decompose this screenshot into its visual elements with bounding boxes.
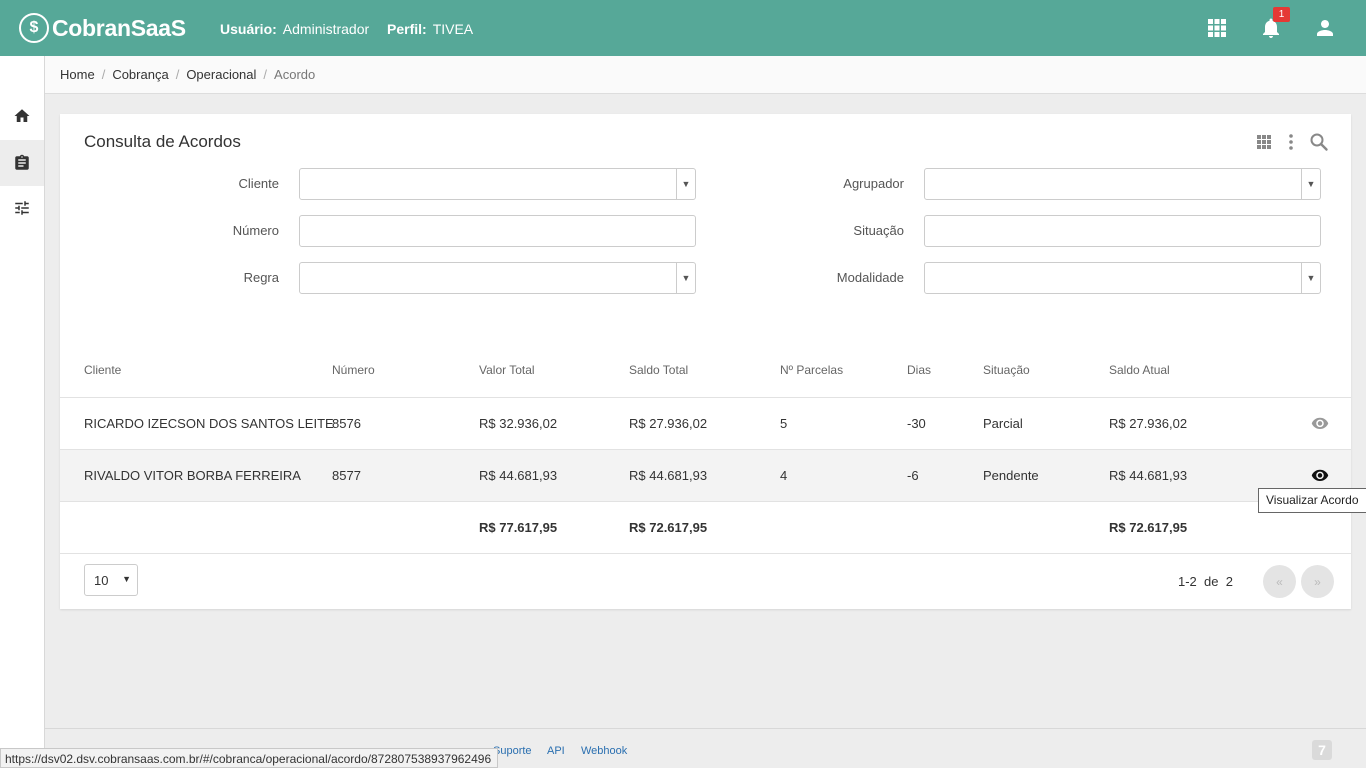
total-valor-total: R$ 77.617,95 xyxy=(479,520,558,535)
app-logo[interactable]: $ CobranSaaS xyxy=(19,12,186,44)
cell-numero: 8577 xyxy=(332,468,361,483)
search-icon[interactable] xyxy=(1309,132,1329,152)
browser-status-url: https://dsv02.dsv.cobransaas.com.br/#/co… xyxy=(0,748,499,768)
cell-valor-total: R$ 44.681,93 xyxy=(479,468,558,483)
cell-saldo-total: R$ 27.936,02 xyxy=(629,416,708,431)
next-page-button[interactable]: » xyxy=(1301,565,1334,598)
cell-situacao: Parcial xyxy=(983,416,1023,431)
column-header-dias[interactable]: Dias xyxy=(907,363,931,377)
chevron-down-icon: ▼ xyxy=(1301,169,1320,199)
breadcrumb-separator: / xyxy=(263,67,268,82)
chevron-down-icon: ▼ xyxy=(1301,263,1320,293)
cell-situacao: Pendente xyxy=(983,468,1039,483)
cell-saldo-total: R$ 44.681,93 xyxy=(629,468,708,483)
cell-cliente: RICARDO IZECSON DOS SANTOS LEITE xyxy=(84,416,334,431)
corner-logo-icon: 7 xyxy=(1312,740,1332,760)
table-row[interactable]: RIVALDO VITOR BORBA FERREIRA 8577 R$ 44.… xyxy=(60,449,1351,501)
agrupador-label: Agrupador xyxy=(843,176,904,191)
top-app-bar: $ CobranSaaS Usuário: Administrador Perfi… xyxy=(0,0,1366,56)
current-user: Usuário: Administrador xyxy=(220,21,370,37)
cliente-label: Cliente xyxy=(238,176,279,191)
notification-badge: 1 xyxy=(1273,7,1290,22)
agrupador-select[interactable]: ▼ xyxy=(924,168,1321,200)
cell-saldo-atual: R$ 44.681,93 xyxy=(1109,468,1188,483)
cell-valor-total: R$ 32.936,02 xyxy=(479,416,558,431)
numero-label: Número xyxy=(232,223,279,238)
footer-link-api[interactable]: API xyxy=(547,745,565,757)
cell-numero: 8576 xyxy=(332,416,361,431)
breadcrumb-separator: / xyxy=(101,67,106,82)
cell-parcelas: 5 xyxy=(780,416,788,431)
grid-view-icon[interactable] xyxy=(1254,132,1274,152)
cell-cliente: RIVALDO VITOR BORBA FERREIRA xyxy=(84,468,301,483)
cell-saldo-atual: R$ 27.936,02 xyxy=(1109,416,1188,431)
sidebar-item-cobranca[interactable] xyxy=(0,140,44,186)
view-eye-icon[interactable] xyxy=(1311,468,1329,482)
sidebar-item-home[interactable] xyxy=(0,93,44,139)
totals-row: R$ 77.617,95 R$ 72.617,95 R$ 72.617,95 xyxy=(60,501,1351,553)
column-header-saldo-atual[interactable]: Saldo Atual xyxy=(1109,363,1170,377)
modalidade-select[interactable]: ▼ xyxy=(924,262,1321,294)
column-header-valor-total[interactable]: Valor Total xyxy=(479,363,535,377)
page-title: Consulta de Acordos xyxy=(84,132,241,151)
cell-parcelas: 4 xyxy=(780,468,788,483)
column-header-saldo-total[interactable]: Saldo Total xyxy=(629,363,688,377)
user-icon[interactable] xyxy=(1313,16,1337,40)
column-header-situacao[interactable]: Situação xyxy=(983,363,1030,377)
table-row[interactable]: RICARDO IZECSON DOS SANTOS LEITE 8576 R$… xyxy=(60,397,1351,449)
sidebar xyxy=(0,56,45,768)
pagination-info: 1-2 de 2 xyxy=(1178,574,1233,589)
breadcrumb-acordo: Acordo xyxy=(274,67,316,82)
column-header-parcelas[interactable]: Nº Parcelas xyxy=(780,363,843,377)
footer-link-suporte[interactable]: Suporte xyxy=(493,745,532,757)
column-header-numero[interactable]: Número xyxy=(332,363,375,377)
numero-input[interactable] xyxy=(299,215,696,247)
modalidade-label: Modalidade xyxy=(836,270,904,285)
breadcrumb-operacional[interactable]: Operacional xyxy=(186,67,256,82)
clipboard-icon xyxy=(15,154,29,170)
view-agreement-tooltip: Visualizar Acordo xyxy=(1258,488,1366,513)
situacao-label: Situação xyxy=(853,223,904,238)
sidebar-item-settings[interactable] xyxy=(0,185,44,231)
breadcrumb-home[interactable]: Home xyxy=(60,67,95,82)
view-eye-icon[interactable] xyxy=(1311,416,1329,430)
search-panel: Consulta de Acordos Cliente ▼ Número Reg… xyxy=(60,114,1351,609)
total-saldo-atual: R$ 72.617,95 xyxy=(1109,520,1188,535)
regra-label: Regra xyxy=(243,270,279,285)
home-icon xyxy=(14,109,30,122)
column-header-cliente[interactable]: Cliente xyxy=(84,363,121,377)
sliders-icon xyxy=(15,201,29,215)
logo-text: CobranSaaS xyxy=(52,14,186,41)
breadcrumb-cobranca[interactable]: Cobrança xyxy=(112,67,168,82)
footer-link-webhook[interactable]: Webhook xyxy=(581,745,627,757)
regra-select[interactable]: ▼ xyxy=(299,262,696,294)
more-vert-icon[interactable] xyxy=(1281,132,1301,152)
situacao-input[interactable] xyxy=(924,215,1321,247)
logo-dollar-icon: $ xyxy=(19,13,49,43)
cliente-select[interactable]: ▼ xyxy=(299,168,696,200)
chevron-down-icon: ▼ xyxy=(676,169,695,199)
breadcrumb-separator: / xyxy=(175,67,180,82)
breadcrumb: Home / Cobrança / Operacional / Acordo xyxy=(45,56,1366,94)
cell-dias: -30 xyxy=(907,416,926,431)
page-size-select[interactable]: 10 ▼ xyxy=(84,564,138,596)
table-divider xyxy=(60,553,1351,554)
chevron-down-icon: ▼ xyxy=(676,263,695,293)
total-saldo-total: R$ 72.617,95 xyxy=(629,520,708,535)
current-profile: Perfil: TIVEA xyxy=(387,21,474,37)
chevron-down-icon: ▼ xyxy=(122,574,131,584)
apps-grid-icon[interactable] xyxy=(1205,16,1229,40)
cell-dias: -6 xyxy=(907,468,919,483)
prev-page-button[interactable]: « xyxy=(1263,565,1296,598)
